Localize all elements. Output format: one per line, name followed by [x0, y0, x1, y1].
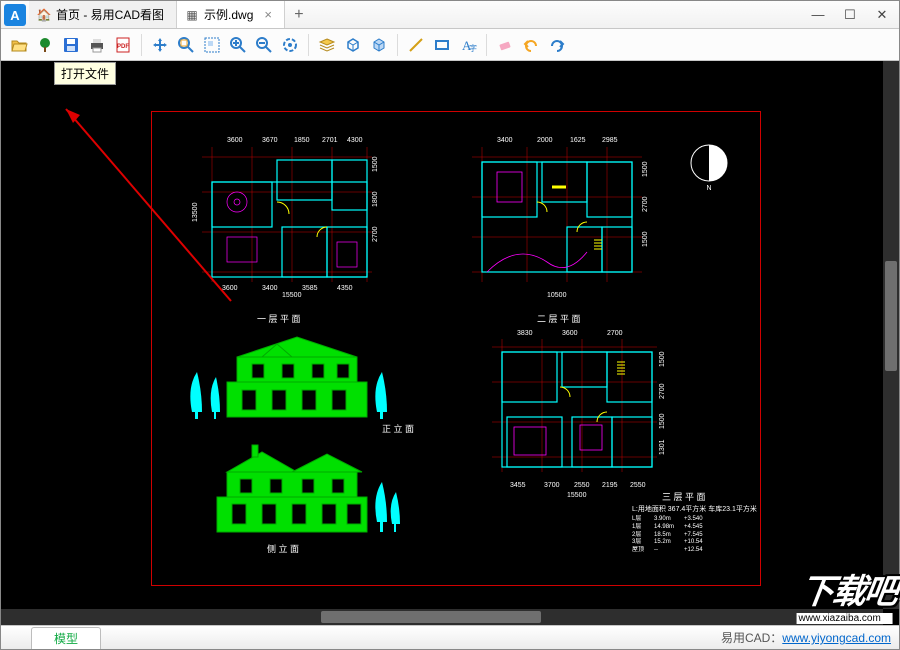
status-brand: 易用CAD：www.yiyongcad.com — [721, 629, 891, 646]
floorplan-1-label: 一 层 平 面 — [257, 312, 301, 325]
svg-text:3670: 3670 — [262, 137, 278, 144]
svg-text:2700: 2700 — [372, 226, 379, 242]
floorplan-2: 3400 2000 1625 2985 10500 1500 2700 1500 — [452, 132, 652, 312]
dwg-icon: ▦ — [185, 8, 199, 22]
block-button[interactable] — [341, 33, 365, 57]
3d-view-button[interactable] — [367, 33, 391, 57]
tab-close-button[interactable]: × — [258, 7, 272, 22]
area-info-text: L:用地面积 367.4平方米 车库23.1平方米 L层3.90m+3.540 … — [632, 505, 757, 555]
maximize-button[interactable]: ☐ — [839, 4, 861, 26]
svg-text:2701: 2701 — [322, 137, 338, 144]
svg-text:10500: 10500 — [547, 292, 567, 299]
zoom-in-button[interactable] — [226, 33, 250, 57]
tab-bar: A 🏠 首页 - 易用CAD看图 ▦ 示例.dwg × + — ☐ ✕ — [1, 1, 899, 29]
svg-text:3400: 3400 — [262, 285, 278, 292]
floorplan-3: 3830 3600 2700 3455 3700 2550 2195 2550 … — [472, 327, 672, 507]
svg-text:15500: 15500 — [567, 492, 587, 499]
regen-button[interactable] — [278, 33, 302, 57]
svg-text:1500: 1500 — [642, 231, 649, 247]
svg-text:字: 字 — [469, 43, 477, 53]
svg-text:3400: 3400 — [497, 137, 513, 144]
drawing-canvas[interactable]: N — [1, 61, 899, 625]
svg-text:PDF: PDF — [117, 44, 129, 50]
svg-text:2550: 2550 — [574, 482, 590, 489]
svg-text:15500: 15500 — [282, 292, 302, 299]
elevation-front-label: 正 立 面 — [382, 422, 414, 435]
svg-text:2000: 2000 — [537, 137, 553, 144]
model-space-tab[interactable]: 模型 — [31, 627, 101, 649]
render-tree-button[interactable] — [33, 33, 57, 57]
line-tool-button[interactable] — [404, 33, 428, 57]
svg-text:13500: 13500 — [192, 202, 199, 222]
svg-text:1500: 1500 — [642, 161, 649, 177]
svg-text:4350: 4350 — [337, 285, 353, 292]
floorplan-3-label: 三 层 平 面 — [662, 490, 706, 503]
svg-text:1500: 1500 — [659, 413, 666, 429]
svg-text:2700: 2700 — [659, 383, 666, 399]
redo-button[interactable] — [545, 33, 569, 57]
svg-text:3600: 3600 — [227, 137, 243, 144]
svg-text:3455: 3455 — [510, 482, 526, 489]
zoom-out-button[interactable] — [252, 33, 276, 57]
svg-text:1301: 1301 — [659, 439, 666, 455]
window-controls: — ☐ ✕ — [801, 1, 899, 28]
brand-url-link[interactable]: www.yiyongcad.com — [782, 631, 891, 645]
elevation-side — [192, 442, 402, 545]
svg-text:3600: 3600 — [222, 285, 238, 292]
app-icon: A — [1, 1, 29, 29]
tab-file[interactable]: ▦ 示例.dwg × — [177, 1, 285, 28]
tab-home[interactable]: 🏠 首页 - 易用CAD看图 — [29, 1, 177, 28]
status-bar: 模型 易用CAD：www.yiyongcad.com — [1, 625, 899, 649]
layers-button[interactable] — [315, 33, 339, 57]
svg-text:2700: 2700 — [607, 330, 623, 337]
svg-text:1625: 1625 — [570, 137, 586, 144]
home-icon: 🏠 — [37, 8, 51, 22]
svg-text:2195: 2195 — [602, 482, 618, 489]
text-tool-button[interactable]: A字 — [456, 33, 480, 57]
svg-text:2700: 2700 — [642, 196, 649, 212]
tab-home-label: 首页 - 易用CAD看图 — [56, 6, 164, 23]
watermark: 下载吧 www.xiazaiba.com — [796, 564, 900, 624]
svg-text:3585: 3585 — [302, 285, 318, 292]
elevation-side-label: 侧 立 面 — [267, 542, 299, 555]
undo-button[interactable] — [519, 33, 543, 57]
tab-file-label: 示例.dwg — [204, 6, 253, 23]
vertical-scrollbar[interactable] — [883, 61, 899, 609]
floorplan-1: 3600 3670 1850 2701 4300 15500 3600 3400… — [182, 132, 382, 312]
pan-button[interactable] — [148, 33, 172, 57]
svg-text:2985: 2985 — [602, 137, 618, 144]
svg-text:3830: 3830 — [517, 330, 533, 337]
eraser-button[interactable] — [493, 33, 517, 57]
zoom-window-button[interactable] — [200, 33, 224, 57]
pdf-export-button[interactable]: PDF — [111, 33, 135, 57]
compass-icon: N — [688, 142, 730, 192]
svg-text:1500: 1500 — [372, 156, 379, 172]
zoom-extents-button[interactable] — [174, 33, 198, 57]
save-button[interactable] — [59, 33, 83, 57]
svg-text:1500: 1500 — [659, 351, 666, 367]
svg-text:1800: 1800 — [372, 191, 379, 207]
minimize-button[interactable]: — — [807, 4, 829, 26]
svg-text:N: N — [706, 185, 711, 192]
svg-text:4300: 4300 — [347, 137, 363, 144]
rectangle-tool-button[interactable] — [430, 33, 454, 57]
svg-text:2550: 2550 — [630, 482, 646, 489]
toolbar: PDF A字 — [1, 29, 899, 61]
elevation-front — [182, 332, 402, 430]
drawing-border: N — [151, 111, 761, 586]
floorplan-2-label: 二 层 平 面 — [537, 312, 581, 325]
new-tab-button[interactable]: + — [285, 1, 313, 28]
svg-text:3600: 3600 — [562, 330, 578, 337]
print-button[interactable] — [85, 33, 109, 57]
svg-text:1850: 1850 — [294, 137, 310, 144]
svg-text:3700: 3700 — [544, 482, 560, 489]
horizontal-scrollbar[interactable] — [1, 609, 883, 625]
open-file-button[interactable] — [7, 33, 31, 57]
open-file-tooltip: 打开文件 — [54, 62, 116, 85]
close-button[interactable]: ✕ — [871, 4, 893, 26]
